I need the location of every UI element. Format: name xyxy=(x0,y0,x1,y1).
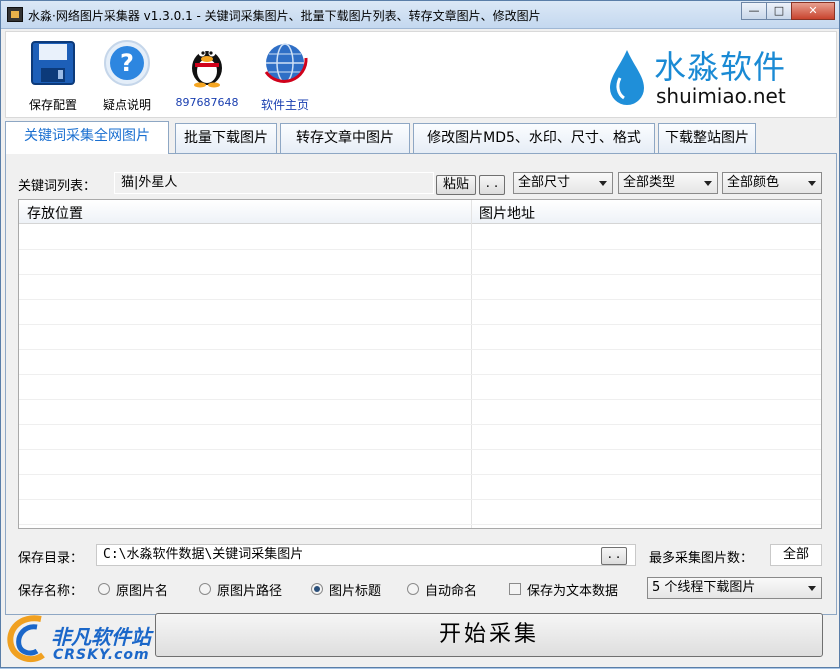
tab-modify-images[interactable]: 修改图片MD5、水印、尺寸、格式 xyxy=(413,123,655,153)
app-window: 水淼·网络图片采集器 v1.3.0.1 - 关键词采集图片、批量下载图片列表、转… xyxy=(0,0,840,668)
watermark-text-cn: 非凡软件站 xyxy=(51,625,151,649)
keywords-input[interactable]: 猫|外星人 xyxy=(114,172,434,194)
table-row xyxy=(19,250,821,275)
tab-keyword-collect[interactable]: 关键词采集全网图片 xyxy=(5,121,169,154)
brand-name-en: shuimiao.net xyxy=(656,84,786,108)
radio-auto-name-label[interactable]: 自动命名 xyxy=(425,580,477,599)
brand-name-cn: 水淼软件 xyxy=(654,48,787,86)
radio-original-path-label[interactable]: 原图片路径 xyxy=(217,580,282,599)
keywords-browse-button[interactable]: . . xyxy=(479,175,505,195)
column-header-url[interactable]: 图片地址 xyxy=(479,203,535,223)
save-as-text-checkbox[interactable] xyxy=(509,583,521,595)
results-table[interactable]: 存放位置 图片地址 xyxy=(18,199,822,529)
radio-original-name-label[interactable]: 原图片名 xyxy=(116,580,168,599)
watermark-logo: 非凡软件站 CRSKY.com xyxy=(1,607,171,669)
help-label: 疑点说明 xyxy=(102,98,151,112)
help-button[interactable]: ? 疑点说明 xyxy=(94,38,160,113)
maximize-button[interactable]: □ xyxy=(766,2,792,20)
column-header-location[interactable]: 存放位置 xyxy=(27,203,83,223)
radio-image-title-label[interactable]: 图片标题 xyxy=(329,580,381,599)
tab-batch-download[interactable]: 批量下载图片 xyxy=(175,123,277,153)
keywords-label: 关键词列表： xyxy=(18,179,97,194)
max-images-label: 最多采集图片数： xyxy=(649,551,754,566)
radio-image-title[interactable] xyxy=(311,583,323,595)
chevron-down-icon xyxy=(599,181,607,186)
watermark-swirl-icon xyxy=(7,615,45,663)
size-select-value: 全部尺寸 xyxy=(518,175,571,190)
table-row xyxy=(19,275,821,300)
radio-auto-name[interactable] xyxy=(407,583,419,595)
brand-logo: 水淼软件 shuimiao.net xyxy=(606,40,806,110)
tab-article-images[interactable]: 转存文章中图片 xyxy=(280,123,410,153)
table-row xyxy=(19,400,821,425)
color-select-value: 全部颜色 xyxy=(727,175,780,190)
tab-bar: 关键词采集全网图片 批量下载图片 转存文章中图片 修改图片MD5、水印、尺寸、格… xyxy=(5,121,837,154)
qq-number-link[interactable]: 897687648 xyxy=(174,96,240,109)
chevron-down-icon xyxy=(704,181,712,186)
radio-original-path[interactable] xyxy=(199,583,211,595)
table-row xyxy=(19,325,821,350)
radio-original-name[interactable] xyxy=(98,583,110,595)
watermark-text-en: CRSKY.com xyxy=(53,647,150,663)
window-title: 水淼·网络图片采集器 v1.3.0.1 - 关键词采集图片、批量下载图片列表、转… xyxy=(28,9,541,23)
save-dir-input[interactable]: C:\水淼软件数据\关键词采集图片 xyxy=(96,544,636,566)
type-select-value: 全部类型 xyxy=(623,175,676,190)
app-icon xyxy=(7,7,23,22)
size-select[interactable]: 全部尺寸 xyxy=(513,172,613,194)
table-row xyxy=(19,500,821,525)
window-controls: — □ ✕ xyxy=(741,2,835,20)
paste-button[interactable]: 粘贴 xyxy=(436,175,476,195)
chevron-down-icon xyxy=(808,586,816,591)
globe-icon xyxy=(260,38,310,88)
save-dir-label: 保存目录： xyxy=(18,551,84,566)
table-row xyxy=(19,425,821,450)
save-config-button[interactable]: 保存配置 xyxy=(20,38,86,113)
homepage-button[interactable]: 软件主页 xyxy=(252,38,318,113)
toolbar: 保存配置 ? 疑点说明 897687648 软件主页 水淼软件 shuimiao… xyxy=(5,31,837,118)
homepage-label: 软件主页 xyxy=(260,98,309,112)
save-name-label: 保存名称： xyxy=(18,584,84,599)
close-button[interactable]: ✕ xyxy=(791,2,835,20)
table-row xyxy=(19,350,821,375)
save-dir-browse-button[interactable]: . . xyxy=(601,547,627,565)
qq-penguin-icon xyxy=(182,38,232,88)
help-icon: ? xyxy=(102,38,152,88)
table-row xyxy=(19,300,821,325)
max-images-input[interactable]: 全部 xyxy=(770,544,822,566)
table-row xyxy=(19,225,821,250)
table-header: 存放位置 图片地址 xyxy=(19,200,821,224)
floppy-disk-icon xyxy=(28,38,78,88)
tab-site-download[interactable]: 下载整站图片 xyxy=(658,123,756,153)
start-collect-button[interactable]: 开始采集 xyxy=(155,613,823,657)
table-row xyxy=(19,375,821,400)
color-select[interactable]: 全部颜色 xyxy=(722,172,822,194)
table-row xyxy=(19,475,821,500)
threads-select-value: 5 个线程下载图片 xyxy=(652,580,756,595)
chevron-down-icon xyxy=(808,181,816,186)
title-bar: 水淼·网络图片采集器 v1.3.0.1 - 关键词采集图片、批量下载图片列表、转… xyxy=(1,1,839,29)
tab-panel: 关键词列表： 猫|外星人 粘贴 . . 全部尺寸 全部类型 全部颜色 存放位置 … xyxy=(5,153,837,615)
qq-contact-button[interactable]: 897687648 xyxy=(174,38,240,109)
save-as-text-label[interactable]: 保存为文本数据 xyxy=(527,580,618,599)
table-row xyxy=(19,450,821,475)
save-config-label: 保存配置 xyxy=(28,98,77,112)
water-drop-icon xyxy=(606,48,648,106)
type-select[interactable]: 全部类型 xyxy=(618,172,718,194)
svg-text:?: ? xyxy=(120,49,134,77)
threads-select[interactable]: 5 个线程下载图片 xyxy=(647,577,822,599)
minimize-button[interactable]: — xyxy=(741,2,767,20)
